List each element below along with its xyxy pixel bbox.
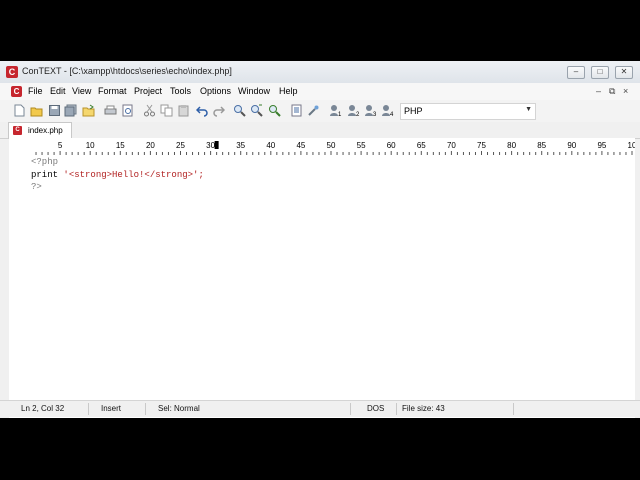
tools-icon[interactable] (307, 104, 320, 117)
paste-icon[interactable] (177, 104, 190, 117)
ruler-label: 95 (597, 141, 606, 150)
mdi-restore-icon[interactable]: ⧉ (609, 86, 615, 97)
maximize-button[interactable]: □ (591, 66, 609, 79)
ruler-label: 10 (628, 141, 635, 150)
code-line: print '<strong>Hello!</strong>'; (31, 170, 204, 180)
status-selection: Sel: Normal (158, 404, 200, 413)
ruler-label: 80 (507, 141, 516, 150)
status-bar: Ln 2, Col 32 Insert Sel: Normal DOS File… (0, 400, 640, 417)
menu-tools[interactable]: Tools (170, 86, 191, 96)
window-title: ConTEXT - [C:\xampp\htdocs\series\echo\i… (22, 66, 232, 76)
ruler-label: 50 (327, 141, 336, 150)
menu-help[interactable]: Help (279, 86, 298, 96)
mdi-minimize-icon[interactable]: – (596, 86, 601, 96)
highlighter-value: PHP (404, 106, 423, 116)
menu-project[interactable]: Project (134, 86, 162, 96)
minimize-button[interactable]: – (567, 66, 585, 79)
open-file-icon[interactable] (30, 104, 43, 117)
menu-window[interactable]: Window (238, 86, 270, 96)
ruler-label: 20 (146, 141, 155, 150)
toolbar: 1 2 3 4 PHP ▼ (0, 100, 640, 122)
find-icon[interactable] (233, 104, 246, 117)
tab-bar: C index.php (0, 122, 640, 139)
ruler-label: 70 (447, 141, 456, 150)
tab-index-php[interactable]: C index.php (8, 122, 72, 139)
ruler-label: 60 (387, 141, 396, 150)
ruler-label: 10 (86, 141, 95, 150)
code-token: print (31, 169, 59, 180)
status-line-endings: DOS (367, 404, 385, 413)
user-command-3-icon[interactable]: 3 (364, 104, 377, 117)
ruler-label: 25 (176, 141, 185, 150)
chevron-down-icon: ▼ (525, 106, 532, 113)
status-position: Ln 2, Col 32 (21, 404, 65, 413)
ruler-label: 35 (236, 141, 245, 150)
ruler-label: 65 (417, 141, 426, 150)
print-preview-icon[interactable] (121, 104, 134, 117)
code-token: '<strong>Hello!</strong>'; (58, 169, 204, 180)
tab-label: index.php (28, 126, 63, 135)
status-divider (513, 403, 514, 415)
cut-icon[interactable] (143, 104, 156, 117)
ruler-label: 30 (206, 141, 215, 150)
ruler-label: 15 (116, 141, 125, 150)
ruler-label: 90 (567, 141, 576, 150)
menu-options[interactable]: Options (200, 86, 231, 96)
code-line: ?> (31, 182, 42, 192)
save-icon[interactable] (48, 104, 61, 117)
ruler-label: 75 (477, 141, 486, 150)
ruler-cursor-marker (214, 141, 219, 149)
status-divider (396, 403, 397, 415)
undo-icon[interactable] (196, 104, 209, 117)
menu-view[interactable]: View (72, 86, 91, 96)
replace-icon[interactable] (268, 104, 281, 117)
ruler-label: 55 (357, 141, 366, 150)
save-all-icon[interactable] (64, 104, 77, 117)
copy-icon[interactable] (160, 104, 173, 117)
menu-file[interactable]: File (28, 86, 43, 96)
close-button[interactable]: ✕ (615, 66, 633, 79)
user-command-4-icon[interactable]: 4 (381, 104, 394, 117)
svg-text:3: 3 (373, 112, 377, 117)
ruler-graphic: 5 10 15 20 25 30 35 40 45 50 55 60 65 70 75 80 85 90 95 10 (35, 141, 635, 155)
export-icon[interactable] (290, 104, 303, 117)
ruler-label: 45 (296, 141, 305, 150)
code-token: ?> (31, 182, 42, 192)
open-folder-icon[interactable] (82, 104, 95, 117)
ruler: 5 10 15 20 25 30 35 40 45 50 55 60 65 70 75 80 85 90 95 10 (9, 138, 635, 156)
php-file-icon: C (13, 126, 22, 135)
redo-icon[interactable] (212, 104, 225, 117)
status-file-size: File size: 43 (402, 404, 445, 413)
code-token: <?php (31, 157, 59, 167)
context-window: C ConTEXT - [C:\xampp\htdocs\series\echo… (0, 61, 640, 418)
find-next-icon[interactable] (250, 104, 263, 117)
print-icon[interactable] (104, 104, 117, 117)
context-app-icon[interactable]: C (6, 66, 18, 78)
status-divider (145, 403, 146, 415)
svg-text:1: 1 (338, 112, 342, 117)
menu-format[interactable]: Format (98, 86, 127, 96)
code-line: <?php (31, 157, 58, 167)
menu-bar: C File Edit View Format Project Tools Op… (0, 83, 640, 100)
status-divider (350, 403, 351, 415)
status-mode: Insert (101, 404, 122, 413)
editor-area[interactable]: <?php print '<strong>Hello!</strong>'; ?> (9, 155, 635, 418)
ruler-label: 85 (537, 141, 546, 150)
highlighter-select[interactable]: PHP ▼ (400, 103, 536, 120)
ruler-label: 5 (58, 141, 63, 150)
menu-edit[interactable]: Edit (50, 86, 66, 96)
document-menu-icon[interactable]: C (11, 86, 22, 97)
ruler-label: 40 (266, 141, 275, 150)
title-bar[interactable]: C ConTEXT - [C:\xampp\htdocs\series\echo… (0, 61, 640, 84)
svg-text:2: 2 (356, 112, 360, 117)
mdi-close-icon[interactable]: × (623, 86, 628, 96)
new-file-icon[interactable] (13, 104, 26, 117)
status-divider (88, 403, 89, 415)
svg-text:4: 4 (390, 112, 394, 117)
user-command-2-icon[interactable]: 2 (347, 104, 360, 117)
user-command-1-icon[interactable]: 1 (329, 104, 342, 117)
